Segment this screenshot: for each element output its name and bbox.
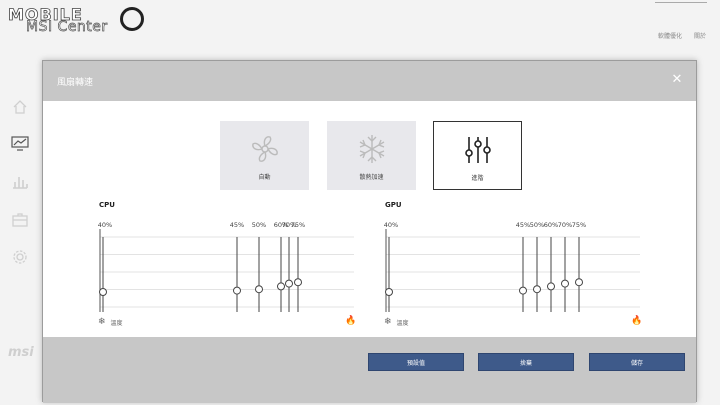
app-window: MOBILE MSI Center 軟體優化 關於 msi 風扇轉速 ✕ 自動 … [0, 0, 720, 405]
cpu-point-handle[interactable] [277, 282, 285, 291]
window-edge [655, 2, 707, 3]
snowflake-icon: ❄ [98, 317, 106, 327]
gpu-chart-svg: 40% 45% 50% 60% 70% 75% [384, 221, 640, 313]
top-links: 軟體優化 關於 [648, 31, 706, 40]
gpu-point-handle[interactable] [561, 279, 569, 288]
link-about[interactable]: 關於 [694, 33, 706, 40]
logo-bottom-text: MSI Center [26, 19, 108, 36]
dialog-header: 風扇轉速 ✕ [43, 61, 696, 101]
logo-badge-icon [120, 7, 144, 31]
cpu-point-handle[interactable] [285, 279, 293, 288]
gpu-point-handle[interactable] [547, 282, 555, 291]
gpu-point-label: 70% [558, 221, 572, 229]
cpu-point-handle[interactable] [294, 278, 302, 287]
flame-icon: 🔥 [631, 316, 643, 326]
mode-cooler-boost-label: 散熱加速 [359, 174, 384, 181]
sliders-icon [464, 137, 491, 163]
cpu-point-handle[interactable] [99, 288, 107, 296]
link-software-optimize[interactable]: 軟體優化 [658, 33, 682, 40]
gpu-point-label: 60% [544, 221, 558, 229]
cpu-point-handle[interactable] [255, 285, 263, 294]
dialog-title: 風扇轉速 [57, 78, 94, 88]
monitor-chart-icon[interactable] [11, 134, 29, 152]
dialog-footer: 預設值 捨棄 儲存 [43, 337, 696, 403]
gear-icon[interactable] [11, 248, 29, 266]
close-icon[interactable]: ✕ [670, 73, 684, 87]
cpu-fan-curve-chart[interactable]: 40% 45% 50% 60% 70% 75% [98, 211, 354, 331]
cpu-point-label: 45% [230, 221, 244, 229]
fan-speed-dialog: 風扇轉速 ✕ 自動 散熱加速 進階 CPU 40% 45% 50% 60% 70… [42, 60, 697, 403]
cpu-temp-legend: ❄ 溫度 [98, 317, 123, 327]
gpu-temp-label: 溫度 [396, 319, 409, 327]
msi-brand: msi [8, 345, 34, 360]
cpu-chart-title: CPU [99, 201, 115, 209]
mode-auto-button[interactable]: 自動 [220, 121, 309, 190]
mode-advanced-button[interactable]: 進階 [433, 121, 522, 190]
gpu-point-handle[interactable] [575, 278, 583, 287]
gpu-point-handle[interactable] [519, 286, 527, 295]
cpu-temp-label: 溫度 [110, 319, 123, 327]
cpu-chart-svg: 40% 45% 50% 60%70%75% [98, 221, 354, 313]
toolbox-icon[interactable] [11, 211, 29, 229]
gpu-chart-title: GPU [385, 201, 402, 209]
bar-chart-icon[interactable] [11, 173, 29, 191]
gpu-point-handle[interactable] [385, 288, 393, 296]
gpu-point-label: 45% [516, 221, 530, 229]
gpu-point-label: 75% [572, 221, 586, 229]
save-button[interactable]: 儲存 [589, 353, 685, 371]
mode-cooler-boost-button[interactable]: 散熱加速 [327, 121, 416, 190]
flame-icon: 🔥 [345, 316, 357, 326]
gpu-point-handle[interactable] [533, 285, 541, 294]
logo: MOBILE MSI Center [8, 5, 148, 37]
fan-icon [251, 136, 278, 162]
cpu-point-handle[interactable] [233, 286, 241, 295]
gpu-point-label: 50% [530, 221, 544, 229]
gpu-temp-legend: ❄ 溫度 [384, 317, 409, 327]
discard-button[interactable]: 捨棄 [478, 353, 574, 371]
cpu-point-label: 50% [252, 221, 266, 229]
snowflake-icon [359, 135, 384, 163]
home-icon[interactable] [11, 98, 29, 116]
snowflake-icon: ❄ [384, 317, 392, 327]
cpu-point-label: 75% [291, 221, 305, 229]
default-button[interactable]: 預設值 [368, 353, 464, 371]
cpu-point-label: 40% [98, 221, 112, 229]
mode-auto-label: 自動 [258, 174, 271, 181]
gpu-point-label: 40% [384, 221, 398, 229]
mode-advanced-label: 進階 [471, 175, 484, 182]
gpu-fan-curve-chart[interactable]: 40% 45% 50% 60% 70% 75% [384, 211, 640, 331]
